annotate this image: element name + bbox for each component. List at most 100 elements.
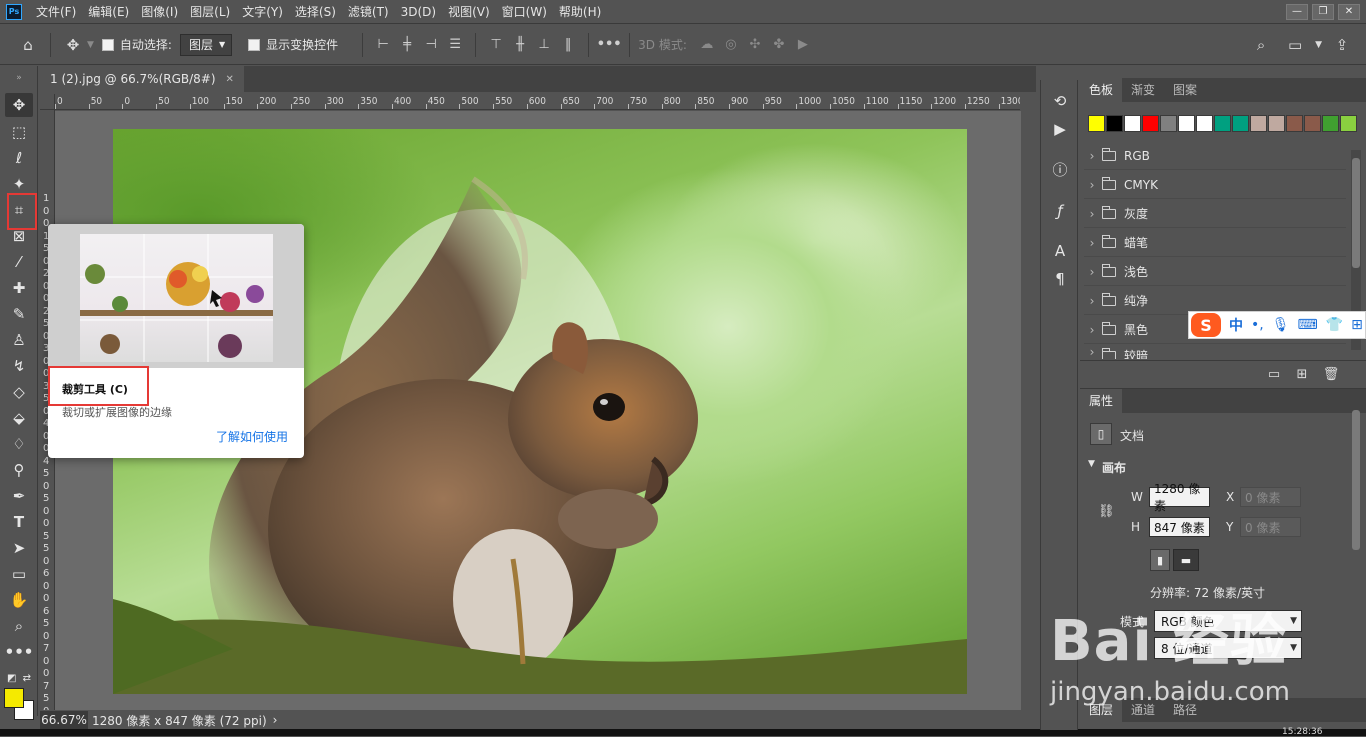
move-tool-icon[interactable]: ✥ <box>59 31 87 59</box>
color-swatch[interactable] <box>1088 115 1105 132</box>
chevron-down-icon[interactable]: ▼ <box>1315 40 1322 50</box>
skin-icon[interactable]: 👕 <box>1326 317 1343 333</box>
tab-swatches[interactable]: 色板 <box>1080 78 1123 102</box>
chevron-right-icon[interactable]: › <box>1084 323 1100 337</box>
punctuation-icon[interactable]: •, <box>1251 317 1264 333</box>
height-field[interactable]: 847 像素 <box>1149 517 1210 537</box>
3d-roll-icon[interactable]: ◎ <box>719 33 743 57</box>
paint-bucket-tool-icon[interactable]: ⬙ <box>5 406 33 430</box>
menu-edit[interactable]: 编辑(E) <box>82 0 135 24</box>
chevron-down-icon[interactable]: ▼ <box>87 40 94 50</box>
marquee-tool-icon[interactable]: ⬚ <box>5 120 33 144</box>
tab-patterns[interactable]: 图案 <box>1164 78 1206 102</box>
styles-panel-icon[interactable]: ƒ <box>1047 198 1073 224</box>
path-selection-tool-icon[interactable]: ➤ <box>5 536 33 560</box>
type-tool-icon[interactable]: T <box>5 510 33 534</box>
menu-3d[interactable]: 3D(D) <box>395 0 442 24</box>
default-colors-icon[interactable]: ◩ ⇄ <box>5 666 33 690</box>
status-menu-arrow[interactable]: › <box>273 713 278 727</box>
tab-gradients[interactable]: 渐变 <box>1122 78 1164 102</box>
color-swatch[interactable] <box>1160 115 1177 132</box>
width-field[interactable]: 1280 像素 <box>1149 482 1210 513</box>
learn-how-link[interactable]: 了解如何使用 <box>216 428 288 445</box>
panel-collapse-icon[interactable]: » <box>5 66 33 90</box>
swatch-folder-gray[interactable]: › 灰度 <box>1084 200 1346 228</box>
foreground-color-swatch[interactable] <box>4 688 24 708</box>
restore-button[interactable]: ❐ <box>1312 3 1334 20</box>
chevron-right-icon[interactable]: › <box>1084 149 1100 163</box>
distribute-v-icon[interactable]: ‖ <box>556 33 580 57</box>
healing-brush-tool-icon[interactable]: ✚ <box>5 276 33 300</box>
color-swatch[interactable] <box>1106 115 1123 132</box>
ime-language-toggle[interactable]: 中 <box>1229 315 1243 335</box>
align-center-h-icon[interactable]: ╪ <box>395 33 419 57</box>
eraser-tool-icon[interactable]: ◇ <box>5 380 33 404</box>
chevron-right-icon[interactable]: › <box>1084 178 1100 192</box>
paragraph-panel-icon[interactable]: ¶ <box>1047 266 1073 292</box>
y-field[interactable]: 0 像素 <box>1240 517 1301 537</box>
menu-help[interactable]: 帮助(H) <box>553 0 607 24</box>
lasso-tool-icon[interactable]: ℓ <box>5 146 33 170</box>
keyboard-icon[interactable]: ⌨ <box>1298 317 1318 333</box>
actions-panel-icon[interactable]: ▶ <box>1047 116 1073 142</box>
color-swatch[interactable] <box>1250 115 1267 132</box>
3d-orbit-icon[interactable]: ☁ <box>695 33 719 57</box>
reset-colors-icon[interactable]: ◩ <box>7 673 16 684</box>
align-middle-v-icon[interactable]: ╫ <box>508 33 532 57</box>
checkbox-box[interactable] <box>101 38 114 51</box>
x-field[interactable]: 0 像素 <box>1240 487 1301 507</box>
history-brush-tool-icon[interactable]: ↯ <box>5 354 33 378</box>
swatch-folder-pastel[interactable]: › 蜡笔 <box>1084 229 1346 257</box>
brush-tool-icon[interactable]: ✎ <box>5 302 33 326</box>
chevron-right-icon[interactable]: › <box>1084 236 1100 250</box>
menu-view[interactable]: 视图(V) <box>442 0 496 24</box>
new-swatch-icon[interactable]: ⊞ <box>1294 367 1310 382</box>
checkbox-box[interactable] <box>248 38 261 51</box>
search-icon[interactable]: ⌕ <box>1247 31 1275 59</box>
color-swatch[interactable] <box>1322 115 1339 132</box>
new-group-icon[interactable]: ▭ <box>1266 367 1282 382</box>
color-swatch[interactable] <box>1340 115 1357 132</box>
move-tool-icon[interactable]: ✥ <box>5 93 33 117</box>
color-swatch[interactable] <box>1268 115 1285 132</box>
tab-properties[interactable]: 属性 <box>1080 389 1123 413</box>
color-swatch[interactable] <box>1214 115 1231 132</box>
portrait-orientation-icon[interactable]: ▮ <box>1150 549 1170 571</box>
history-panel-icon[interactable]: ⟲ <box>1047 88 1073 114</box>
toolbox-icon[interactable]: ⊞ <box>1351 317 1363 333</box>
color-swatch[interactable] <box>1142 115 1159 132</box>
color-swatch[interactable] <box>1178 115 1195 132</box>
share-icon[interactable]: ⇪ <box>1328 31 1356 59</box>
menu-window[interactable]: 窗口(W) <box>496 0 553 24</box>
chevron-down-icon[interactable]: ▼ <box>1088 459 1095 469</box>
swatch-folder-darker[interactable]: › 较暗 <box>1084 345 1346 359</box>
menu-type[interactable]: 文字(Y) <box>236 0 289 24</box>
distribute-h-icon[interactable]: ☰ <box>443 33 467 57</box>
microphone-icon[interactable]: 🎙 <box>1272 317 1290 333</box>
workspace-icon[interactable]: ▭ <box>1281 31 1309 59</box>
align-left-icon[interactable]: ⊢ <box>371 33 395 57</box>
menu-image[interactable]: 图像(I) <box>135 0 184 24</box>
link-icon[interactable]: ⛓ <box>1098 504 1115 519</box>
zoom-level[interactable]: 66.67% <box>40 711 88 729</box>
color-swatch[interactable] <box>1196 115 1213 132</box>
chevron-right-icon[interactable]: › <box>1084 207 1100 221</box>
3d-slide-icon[interactable]: ✤ <box>767 33 791 57</box>
more-tools-icon[interactable]: ••• <box>5 640 34 664</box>
home-icon[interactable]: ⌂ <box>14 31 42 59</box>
chevron-right-icon[interactable]: › <box>1084 345 1100 359</box>
align-bottom-icon[interactable]: ⊥ <box>532 33 556 57</box>
auto-select-checkbox[interactable]: 自动选择: <box>101 36 172 53</box>
align-top-icon[interactable]: ⊤ <box>484 33 508 57</box>
chevron-right-icon[interactable]: › <box>1084 294 1100 308</box>
dodge-tool-icon[interactable]: ⚲ <box>5 458 33 482</box>
minimize-button[interactable]: — <box>1286 3 1308 20</box>
chevron-right-icon[interactable]: › <box>1084 265 1100 279</box>
properties-scrollbar-thumb[interactable] <box>1352 410 1360 550</box>
rectangle-tool-icon[interactable]: ▭ <box>5 562 33 586</box>
character-panel-icon[interactable]: A <box>1047 238 1073 264</box>
swap-colors-icon[interactable]: ⇄ <box>23 673 31 684</box>
landscape-orientation-icon[interactable]: ▬ <box>1173 549 1199 571</box>
color-swatch[interactable] <box>1304 115 1321 132</box>
align-right-icon[interactable]: ⊣ <box>419 33 443 57</box>
